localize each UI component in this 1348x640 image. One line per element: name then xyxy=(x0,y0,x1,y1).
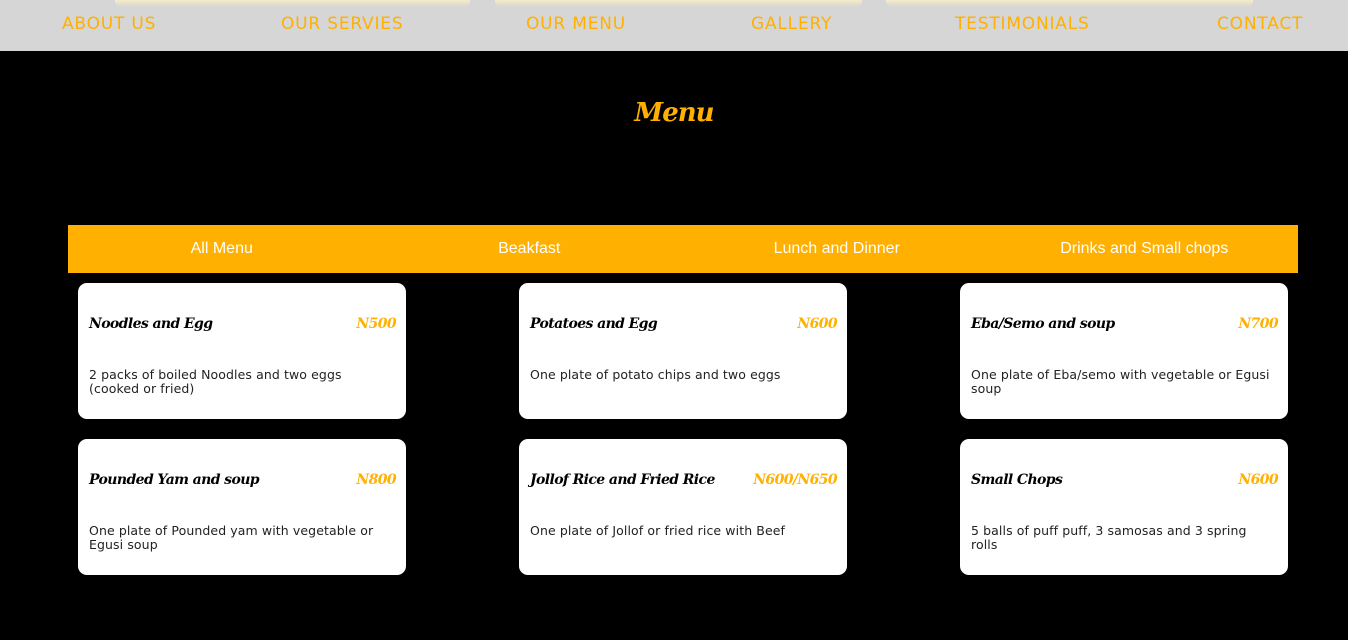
nav-link-about-us[interactable]: ABOUT US xyxy=(62,14,156,36)
menu-item-price: N500 xyxy=(356,316,396,332)
menu-item-card: Potatoes and Egg N600 One plate of potat… xyxy=(519,283,847,419)
menu-item-name: Small Chops xyxy=(971,472,1063,488)
nav-link-contact[interactable]: CONTACT xyxy=(1217,14,1303,36)
menu-category-tabs: All Menu Beakfast Lunch and Dinner Drink… xyxy=(68,225,1298,273)
menu-item-name: Eba/Semo and soup xyxy=(971,316,1115,332)
menu-item-description: One plate of Pounded yam with vegetable … xyxy=(89,523,374,552)
menu-item-price: N600 xyxy=(1238,472,1278,488)
menu-item-name: Noodles and Egg xyxy=(89,316,213,332)
nav-highlight-decoration xyxy=(886,0,1253,7)
menu-item-name: Potatoes and Egg xyxy=(530,316,658,332)
menu-item-card: Small Chops N600 5 balls of puff puff, 3… xyxy=(960,439,1288,575)
tab-breakfast[interactable]: Beakfast xyxy=(376,225,684,273)
menu-section-title: Menu xyxy=(634,98,714,128)
tab-all-menu[interactable]: All Menu xyxy=(68,225,376,273)
menu-item-price: N600 xyxy=(797,316,837,332)
tab-lunch-and-dinner[interactable]: Lunch and Dinner xyxy=(683,225,991,273)
menu-item-description: 5 balls of puff puff, 3 samosas and 3 sp… xyxy=(971,523,1247,552)
nav-highlight-decoration xyxy=(495,0,862,7)
nav-highlight-decoration xyxy=(115,0,470,7)
top-navbar: ABOUT US OUR SERVIES OUR MENU GALLERY TE… xyxy=(0,0,1348,51)
menu-item-name: Pounded Yam and soup xyxy=(89,472,260,488)
menu-item-card: Jollof Rice and Fried Rice N600/N650 One… xyxy=(519,439,847,575)
menu-item-card: Pounded Yam and soup N800 One plate of P… xyxy=(78,439,406,575)
menu-item-price: N700 xyxy=(1238,316,1278,332)
nav-link-testimonials[interactable]: TESTIMONIALS xyxy=(955,14,1090,36)
menu-item-description: 2 packs of boiled Noodles and two eggs (… xyxy=(89,367,342,396)
menu-item-description: One plate of Jollof or fried rice with B… xyxy=(530,523,786,538)
menu-item-price: N600/N650 xyxy=(753,472,837,488)
menu-item-description: One plate of potato chips and two eggs xyxy=(530,367,781,382)
menu-item-description: One plate of Eba/semo with vegetable or … xyxy=(971,367,1270,396)
nav-link-our-services[interactable]: OUR SERVIES xyxy=(281,14,403,36)
tab-drinks-and-small-chops[interactable]: Drinks and Small chops xyxy=(991,225,1299,273)
menu-item-card: Eba/Semo and soup N700 One plate of Eba/… xyxy=(960,283,1288,419)
nav-link-our-menu[interactable]: OUR MENU xyxy=(526,14,626,36)
menu-item-card: Noodles and Egg N500 2 packs of boiled N… xyxy=(78,283,406,419)
nav-link-gallery[interactable]: GALLERY xyxy=(751,14,832,36)
menu-item-price: N800 xyxy=(356,472,396,488)
menu-item-name: Jollof Rice and Fried Rice xyxy=(530,472,715,488)
